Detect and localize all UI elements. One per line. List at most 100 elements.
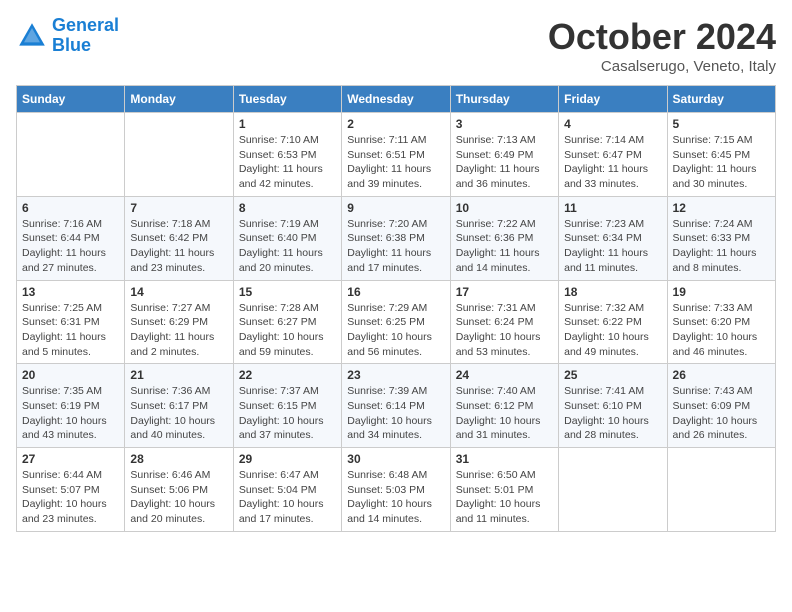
day-number: 19 xyxy=(673,285,770,299)
day-info: Sunrise: 7:39 AM Sunset: 6:14 PM Dayligh… xyxy=(347,384,444,443)
calendar-cell: 11 Sunrise: 7:23 AM Sunset: 6:34 PM Dayli… xyxy=(559,196,667,280)
day-number: 28 xyxy=(130,452,227,466)
calendar-cell: 18 Sunrise: 7:32 AM Sunset: 6:22 PM Dayli… xyxy=(559,280,667,364)
day-info: Sunrise: 7:11 AM Sunset: 6:51 PM Dayligh… xyxy=(347,133,444,192)
calendar-header-row: SundayMondayTuesdayWednesdayThursdayFrid… xyxy=(17,86,776,113)
calendar-cell: 21 Sunrise: 7:36 AM Sunset: 6:17 PM Dayli… xyxy=(125,364,233,448)
day-info: Sunrise: 7:28 AM Sunset: 6:27 PM Dayligh… xyxy=(239,301,336,360)
day-number: 26 xyxy=(673,368,770,382)
calendar-cell: 9 Sunrise: 7:20 AM Sunset: 6:38 PM Daylig… xyxy=(342,196,450,280)
logo: General Blue xyxy=(16,16,119,56)
day-info: Sunrise: 7:31 AM Sunset: 6:24 PM Dayligh… xyxy=(456,301,553,360)
calendar-cell xyxy=(125,113,233,197)
day-number: 16 xyxy=(347,285,444,299)
day-number: 31 xyxy=(456,452,553,466)
day-number: 30 xyxy=(347,452,444,466)
day-info: Sunrise: 7:16 AM Sunset: 6:44 PM Dayligh… xyxy=(22,217,119,276)
calendar-cell xyxy=(17,113,125,197)
calendar-table: SundayMondayTuesdayWednesdayThursdayFrid… xyxy=(16,85,776,532)
calendar-week-row: 6 Sunrise: 7:16 AM Sunset: 6:44 PM Daylig… xyxy=(17,196,776,280)
day-number: 24 xyxy=(456,368,553,382)
calendar-cell: 26 Sunrise: 7:43 AM Sunset: 6:09 PM Dayli… xyxy=(667,364,775,448)
day-info: Sunrise: 6:48 AM Sunset: 5:03 PM Dayligh… xyxy=(347,468,444,527)
calendar-cell: 3 Sunrise: 7:13 AM Sunset: 6:49 PM Daylig… xyxy=(450,113,558,197)
day-info: Sunrise: 7:32 AM Sunset: 6:22 PM Dayligh… xyxy=(564,301,661,360)
logo-text: General Blue xyxy=(52,16,119,56)
day-number: 2 xyxy=(347,117,444,131)
day-number: 4 xyxy=(564,117,661,131)
day-number: 29 xyxy=(239,452,336,466)
calendar-week-row: 20 Sunrise: 7:35 AM Sunset: 6:19 PM Dayli… xyxy=(17,364,776,448)
day-info: Sunrise: 7:27 AM Sunset: 6:29 PM Dayligh… xyxy=(130,301,227,360)
logo-icon xyxy=(16,20,48,52)
day-info: Sunrise: 7:29 AM Sunset: 6:25 PM Dayligh… xyxy=(347,301,444,360)
calendar-day-header: Sunday xyxy=(17,86,125,113)
calendar-cell: 27Sunrise: 6:44 AM Sunset: 5:07 PM Dayli… xyxy=(17,448,125,532)
month-title: October 2024 xyxy=(548,16,776,58)
calendar-cell: 31Sunrise: 6:50 AM Sunset: 5:01 PM Dayli… xyxy=(450,448,558,532)
day-number: 6 xyxy=(22,201,119,215)
day-info: Sunrise: 7:33 AM Sunset: 6:20 PM Dayligh… xyxy=(673,301,770,360)
day-info: Sunrise: 7:36 AM Sunset: 6:17 PM Dayligh… xyxy=(130,384,227,443)
calendar-cell: 5Sunrise: 7:15 AM Sunset: 6:45 PM Daylig… xyxy=(667,113,775,197)
calendar-cell xyxy=(667,448,775,532)
day-number: 21 xyxy=(130,368,227,382)
day-number: 13 xyxy=(22,285,119,299)
day-number: 15 xyxy=(239,285,336,299)
calendar-cell xyxy=(559,448,667,532)
calendar-cell: 1 Sunrise: 7:10 AM Sunset: 6:53 PM Daylig… xyxy=(233,113,341,197)
day-number: 3 xyxy=(456,117,553,131)
calendar-day-header: Saturday xyxy=(667,86,775,113)
day-number: 18 xyxy=(564,285,661,299)
calendar-day-header: Thursday xyxy=(450,86,558,113)
day-info: Sunrise: 7:35 AM Sunset: 6:19 PM Dayligh… xyxy=(22,384,119,443)
day-info: Sunrise: 6:44 AM Sunset: 5:07 PM Dayligh… xyxy=(22,468,119,527)
calendar-cell: 28Sunrise: 6:46 AM Sunset: 5:06 PM Dayli… xyxy=(125,448,233,532)
calendar-cell: 16 Sunrise: 7:29 AM Sunset: 6:25 PM Dayli… xyxy=(342,280,450,364)
day-info: Sunrise: 7:13 AM Sunset: 6:49 PM Dayligh… xyxy=(456,133,553,192)
calendar-day-header: Monday xyxy=(125,86,233,113)
day-info: Sunrise: 6:47 AM Sunset: 5:04 PM Dayligh… xyxy=(239,468,336,527)
calendar-cell: 24 Sunrise: 7:40 AM Sunset: 6:12 PM Dayli… xyxy=(450,364,558,448)
day-number: 22 xyxy=(239,368,336,382)
calendar-cell: 30 Sunrise: 6:48 AM Sunset: 5:03 PM Dayli… xyxy=(342,448,450,532)
calendar-week-row: 27Sunrise: 6:44 AM Sunset: 5:07 PM Dayli… xyxy=(17,448,776,532)
day-info: Sunrise: 7:24 AM Sunset: 6:33 PM Dayligh… xyxy=(673,217,770,276)
day-number: 14 xyxy=(130,285,227,299)
day-info: Sunrise: 7:43 AM Sunset: 6:09 PM Dayligh… xyxy=(673,384,770,443)
logo-line1: General xyxy=(52,15,119,35)
calendar-cell: 20 Sunrise: 7:35 AM Sunset: 6:19 PM Dayli… xyxy=(17,364,125,448)
day-number: 7 xyxy=(130,201,227,215)
calendar-cell: 7 Sunrise: 7:18 AM Sunset: 6:42 PM Daylig… xyxy=(125,196,233,280)
day-info: Sunrise: 7:23 AM Sunset: 6:34 PM Dayligh… xyxy=(564,217,661,276)
location: Casalserugo, Veneto, Italy xyxy=(548,58,776,75)
calendar-cell: 14 Sunrise: 7:27 AM Sunset: 6:29 PM Dayli… xyxy=(125,280,233,364)
day-info: Sunrise: 7:18 AM Sunset: 6:42 PM Dayligh… xyxy=(130,217,227,276)
day-number: 1 xyxy=(239,117,336,131)
day-number: 11 xyxy=(564,201,661,215)
calendar-day-header: Friday xyxy=(559,86,667,113)
calendar-cell: 19 Sunrise: 7:33 AM Sunset: 6:20 PM Dayli… xyxy=(667,280,775,364)
calendar-cell: 2 Sunrise: 7:11 AM Sunset: 6:51 PM Daylig… xyxy=(342,113,450,197)
day-number: 17 xyxy=(456,285,553,299)
day-info: Sunrise: 7:10 AM Sunset: 6:53 PM Dayligh… xyxy=(239,133,336,192)
calendar-cell: 8Sunrise: 7:19 AM Sunset: 6:40 PM Daylig… xyxy=(233,196,341,280)
calendar-cell: 13Sunrise: 7:25 AM Sunset: 6:31 PM Dayli… xyxy=(17,280,125,364)
day-info: Sunrise: 7:41 AM Sunset: 6:10 PM Dayligh… xyxy=(564,384,661,443)
calendar-cell: 4 Sunrise: 7:14 AM Sunset: 6:47 PM Daylig… xyxy=(559,113,667,197)
day-info: Sunrise: 7:19 AM Sunset: 6:40 PM Dayligh… xyxy=(239,217,336,276)
day-info: Sunrise: 7:40 AM Sunset: 6:12 PM Dayligh… xyxy=(456,384,553,443)
day-info: Sunrise: 7:14 AM Sunset: 6:47 PM Dayligh… xyxy=(564,133,661,192)
day-info: Sunrise: 7:20 AM Sunset: 6:38 PM Dayligh… xyxy=(347,217,444,276)
calendar-cell: 25 Sunrise: 7:41 AM Sunset: 6:10 PM Dayli… xyxy=(559,364,667,448)
day-info: Sunrise: 7:15 AM Sunset: 6:45 PM Dayligh… xyxy=(673,133,770,192)
day-number: 25 xyxy=(564,368,661,382)
day-number: 9 xyxy=(347,201,444,215)
day-number: 12 xyxy=(673,201,770,215)
calendar-cell: 23Sunrise: 7:39 AM Sunset: 6:14 PM Dayli… xyxy=(342,364,450,448)
calendar-week-row: 1 Sunrise: 7:10 AM Sunset: 6:53 PM Daylig… xyxy=(17,113,776,197)
day-number: 20 xyxy=(22,368,119,382)
calendar-cell: 6 Sunrise: 7:16 AM Sunset: 6:44 PM Daylig… xyxy=(17,196,125,280)
calendar-cell: 12 Sunrise: 7:24 AM Sunset: 6:33 PM Dayli… xyxy=(667,196,775,280)
calendar-cell: 15 Sunrise: 7:28 AM Sunset: 6:27 PM Dayli… xyxy=(233,280,341,364)
